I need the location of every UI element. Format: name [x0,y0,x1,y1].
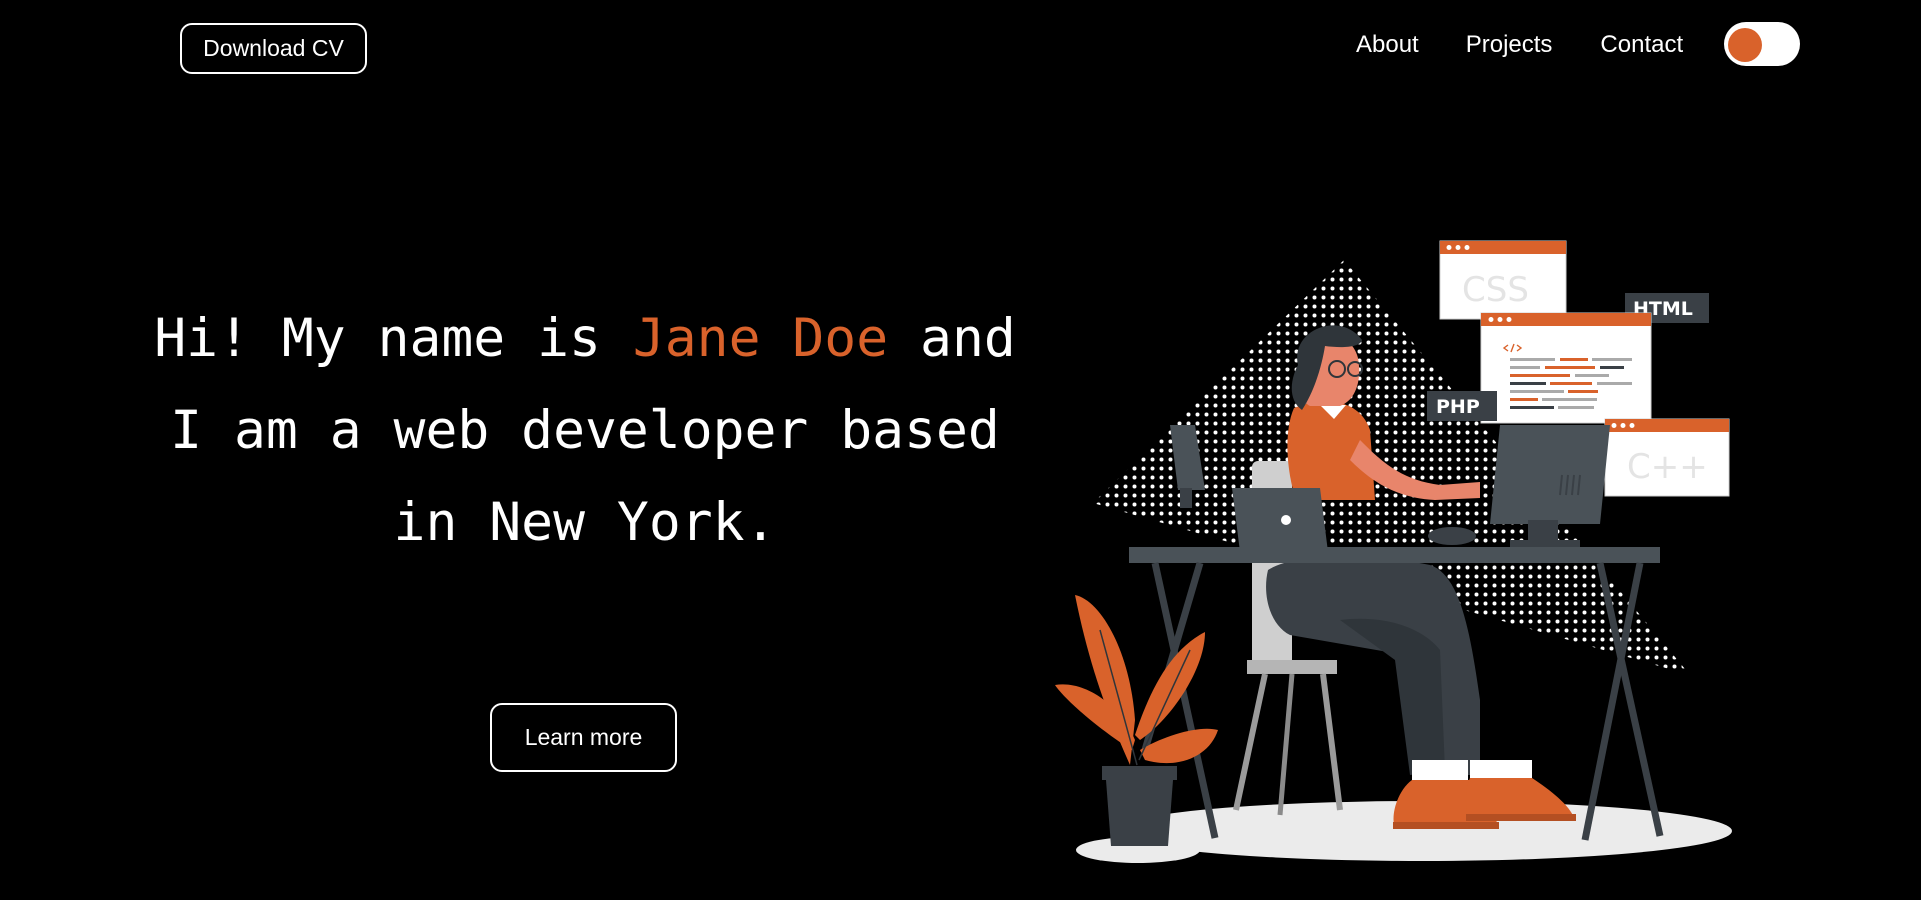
css-window-icon: CSS [1439,240,1567,320]
cpp-window-icon: C++ [1604,418,1730,497]
nav-link-about[interactable]: About [1356,31,1419,59]
hero-heading: Hi! My name is Jane Doe and I am a web d… [150,293,1020,569]
theme-toggle[interactable] [1724,22,1800,66]
nav-link-contact[interactable]: Contact [1600,31,1683,59]
hero-greeting: Hi! My name is [154,308,633,369]
nav-links: About Projects Contact [1356,31,1683,59]
php-label: PHP [1436,396,1480,418]
toggle-knob-icon [1728,28,1762,62]
developer-illustration: CSS HTML PHP C++ [1040,230,1760,870]
code-window-icon [1480,312,1652,424]
plant-icon [1055,595,1218,846]
learn-more-button[interactable]: Learn more [490,703,677,772]
hero-name: Jane Doe [632,308,889,369]
php-tag-icon: PHP [1427,391,1497,421]
navbar: Download CV About Projects Contact [0,0,1921,100]
download-cv-button[interactable]: Download CV [180,23,367,74]
cpp-label: C++ [1627,447,1708,487]
css-label: CSS [1462,270,1529,310]
nav-link-projects[interactable]: Projects [1466,31,1553,59]
